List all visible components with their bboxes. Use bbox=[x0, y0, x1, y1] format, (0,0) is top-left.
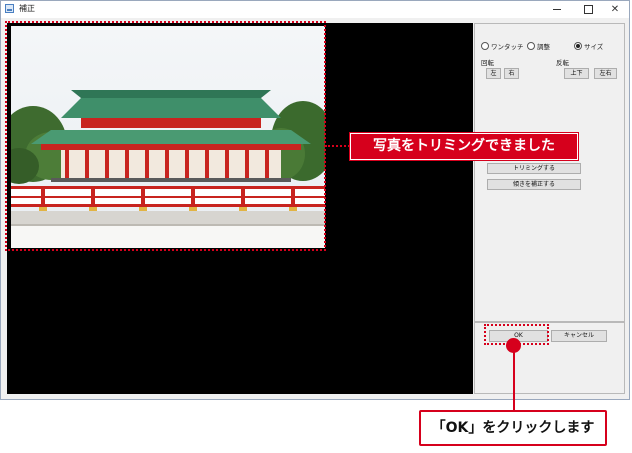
maximize-button[interactable] bbox=[574, 1, 602, 18]
callout-line bbox=[513, 350, 515, 410]
radio-one-touch[interactable]: ワンタッチ bbox=[481, 42, 524, 52]
rotate-left-button[interactable]: 左 bbox=[486, 68, 501, 79]
rotate-right-button[interactable]: 右 bbox=[504, 68, 519, 79]
callout-connector bbox=[325, 145, 350, 147]
settings-panel: ワンタッチ 調整 サイズ 回転 左 右 反転 上下 左右 トリミングする 傾きを… bbox=[474, 23, 625, 322]
window-title: 補正 bbox=[19, 4, 35, 13]
radio-one-touch-label: ワンタッチ bbox=[491, 43, 524, 51]
title-bar[interactable]: 補正 ✕ bbox=[1, 1, 629, 18]
trimmed-callout: 写真をトリミングできました bbox=[350, 133, 578, 160]
radio-adjust-label: 調整 bbox=[537, 43, 550, 51]
radio-selected-icon bbox=[574, 42, 582, 50]
cancel-button[interactable]: キャンセル bbox=[551, 330, 607, 342]
radio-size[interactable]: サイズ bbox=[574, 42, 603, 52]
pointer-dot-icon bbox=[506, 338, 521, 353]
minimize-icon bbox=[553, 9, 561, 10]
photo-highlight-frame bbox=[5, 21, 326, 251]
tilt-correct-button[interactable]: 傾きを補正する bbox=[487, 179, 581, 190]
radio-circle-icon bbox=[527, 42, 535, 50]
window-app-icon bbox=[5, 4, 14, 13]
rotate-label: 回転 bbox=[481, 59, 494, 67]
minimize-button[interactable] bbox=[543, 1, 571, 18]
flip-horizontal-button[interactable]: 左右 bbox=[594, 68, 617, 79]
click-ok-callout: 「OK」をクリックします bbox=[419, 410, 607, 446]
flip-vertical-button[interactable]: 上下 bbox=[564, 68, 589, 79]
radio-circle-icon bbox=[481, 42, 489, 50]
radio-size-label: サイズ bbox=[584, 43, 604, 51]
maximize-icon bbox=[583, 5, 593, 14]
close-button[interactable]: ✕ bbox=[601, 1, 629, 18]
radio-adjust[interactable]: 調整 bbox=[527, 42, 550, 52]
trim-button[interactable]: トリミングする bbox=[487, 163, 581, 174]
flip-label: 反転 bbox=[556, 59, 569, 67]
close-icon: ✕ bbox=[610, 4, 620, 15]
